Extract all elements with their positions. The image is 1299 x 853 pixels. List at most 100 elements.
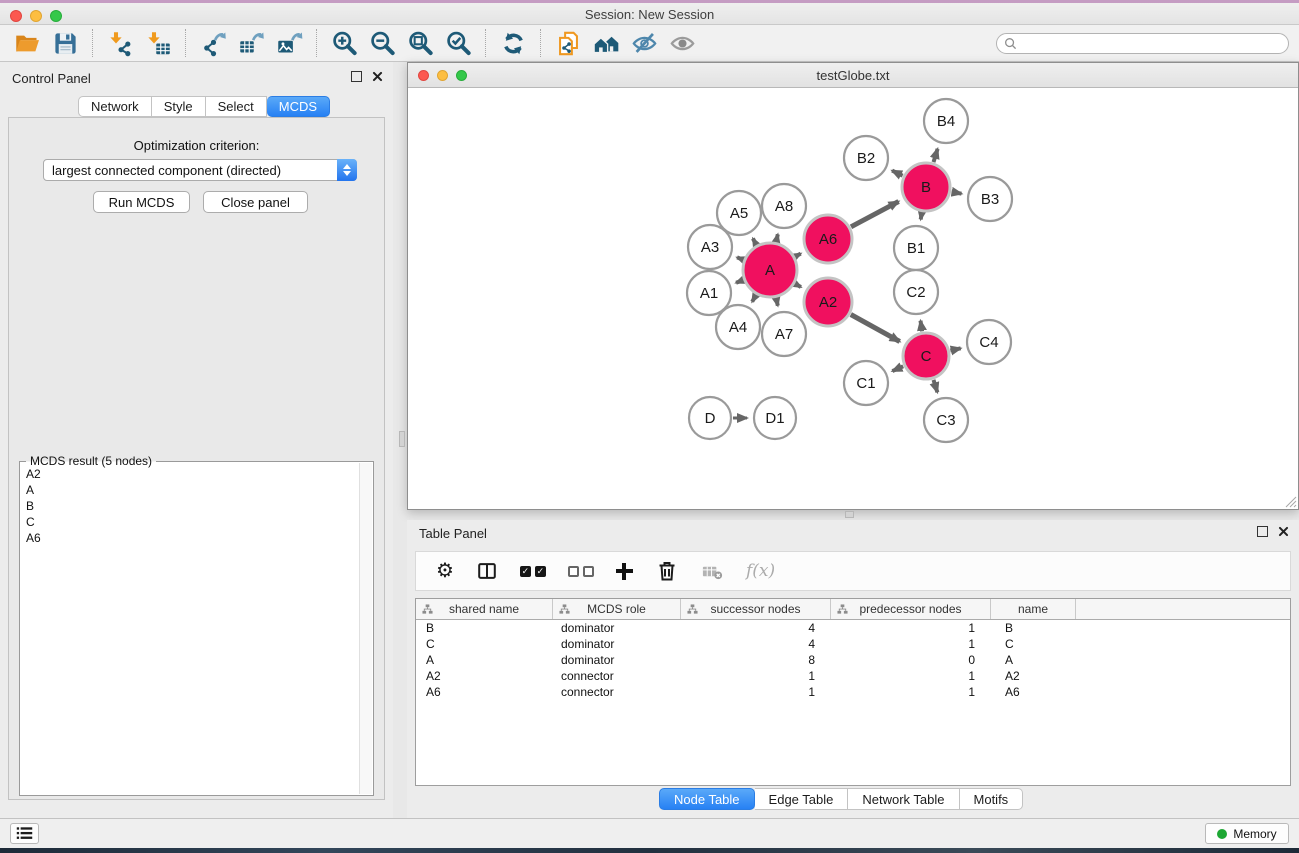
window-resize-grip[interactable] xyxy=(1284,495,1297,508)
export-table-button[interactable] xyxy=(232,27,270,59)
graph-node-label-C3: C3 xyxy=(936,412,955,429)
column-header-mcds-role[interactable]: MCDS role xyxy=(553,599,681,619)
vertical-split-handle[interactable] xyxy=(399,431,405,447)
graph-edge-A-A4[interactable] xyxy=(752,295,756,301)
run-mcds-button[interactable]: Run MCDS xyxy=(93,191,190,213)
graph-edge-A2-C[interactable] xyxy=(851,315,900,342)
graph-edge-A-A2[interactable] xyxy=(795,284,801,287)
import-table-button[interactable] xyxy=(139,27,177,59)
network-window-title: testGlobe.txt xyxy=(408,68,1298,83)
column-header-successor-nodes[interactable]: successor nodes xyxy=(681,599,831,619)
graph-edge-B-B4[interactable] xyxy=(934,149,938,162)
result-scrollbar[interactable] xyxy=(359,463,372,794)
column-header-shared-name[interactable]: shared name xyxy=(416,599,553,619)
graph-edge-B-B1[interactable] xyxy=(921,213,922,220)
show-columns-button[interactable] xyxy=(476,560,498,582)
tab-mcds[interactable]: MCDS xyxy=(267,96,330,117)
tab-network-table[interactable]: Network Table xyxy=(848,788,959,810)
column-header-predecessor-nodes[interactable]: predecessor nodes xyxy=(831,599,991,619)
network-canvas[interactable]: AA2A6BCA1A3A4A5A7A8B1B2B3B4C1C2C3C4DD1 xyxy=(408,88,1298,509)
column-header-name[interactable]: name xyxy=(991,599,1076,619)
hierarchy-icon xyxy=(559,604,570,615)
open-session-button[interactable] xyxy=(8,27,46,59)
graph-edge-C-C2[interactable] xyxy=(921,321,923,332)
close-panel-icon[interactable] xyxy=(1278,526,1289,537)
desktop-wallpaper-bottom xyxy=(0,848,1299,853)
graph-edge-A-A3[interactable] xyxy=(737,257,743,259)
table-row[interactable]: C dominator 4 1 C xyxy=(416,636,1290,652)
list-item[interactable]: C xyxy=(20,514,359,530)
network-graph[interactable]: AA2A6BCA1A3A4A5A7A8B1B2B3B4C1C2C3C4DD1 xyxy=(408,88,1298,509)
houses-icon xyxy=(593,30,620,57)
tab-select[interactable]: Select xyxy=(206,96,267,117)
zoom-selected-button[interactable] xyxy=(439,27,477,59)
graph-edge-C-C4[interactable] xyxy=(950,348,960,350)
duplicate-network-button[interactable] xyxy=(549,27,587,59)
close-panel-icon[interactable] xyxy=(372,71,383,82)
graph-edge-A6-B[interactable] xyxy=(851,202,899,227)
add-column-button[interactable] xyxy=(616,563,633,580)
table-panel: Table Panel ⚙ ✓ ✓ xyxy=(407,520,1299,818)
show-all-button[interactable] xyxy=(663,27,701,59)
export-image-button[interactable] xyxy=(270,27,308,59)
graph-node-label-A5: A5 xyxy=(730,205,748,222)
tab-network[interactable]: Network xyxy=(78,96,152,117)
table-row[interactable]: A dominator 8 0 A xyxy=(416,652,1290,668)
toolbar-separator xyxy=(185,29,186,57)
search-field[interactable] xyxy=(996,33,1289,54)
delete-table-icon xyxy=(701,560,724,583)
graph-edge-C-C1[interactable] xyxy=(892,366,903,371)
list-item[interactable]: A2 xyxy=(20,466,359,482)
open-folder-icon xyxy=(14,30,41,57)
list-item[interactable]: A6 xyxy=(20,530,359,546)
memory-button[interactable]: Memory xyxy=(1205,823,1289,844)
export-table-icon xyxy=(238,30,265,57)
table-row[interactable]: A2 connector 1 1 A2 xyxy=(416,668,1290,684)
graph-edge-B-B2[interactable] xyxy=(892,171,903,176)
table-settings-button[interactable]: ⚙ xyxy=(436,561,454,581)
select-all-button[interactable]: ✓ ✓ xyxy=(520,566,546,577)
list-item[interactable]: B xyxy=(20,498,359,514)
graph-edge-A-A6[interactable] xyxy=(796,254,801,257)
graph-edge-C-C3[interactable] xyxy=(934,380,938,392)
network-window-titlebar[interactable]: testGlobe.txt xyxy=(408,63,1298,88)
delete-column-button[interactable] xyxy=(655,559,679,583)
hide-selected-button[interactable] xyxy=(625,27,663,59)
float-panel-icon[interactable] xyxy=(1257,526,1268,537)
graph-edge-A-A1[interactable] xyxy=(736,280,743,283)
list-item[interactable]: A xyxy=(20,482,359,498)
table-row[interactable]: B dominator 4 1 B xyxy=(416,620,1290,636)
graph-edge-A-A7[interactable] xyxy=(776,298,778,305)
close-panel-button[interactable]: Close panel xyxy=(203,191,308,213)
tab-node-table[interactable]: Node Table xyxy=(659,788,755,810)
table-row[interactable]: A6 connector 1 1 A6 xyxy=(416,684,1290,700)
function-builder-button[interactable]: f(x) xyxy=(746,561,775,581)
search-input[interactable] xyxy=(1017,37,1267,51)
tab-style[interactable]: Style xyxy=(152,96,206,117)
float-panel-icon[interactable] xyxy=(351,71,362,82)
checked-checkbox-icon: ✓ xyxy=(520,566,531,577)
refresh-layout-button[interactable] xyxy=(494,27,532,59)
unchecked-checkbox-icon xyxy=(583,566,594,577)
deselect-all-button[interactable] xyxy=(568,566,594,577)
optimization-criterion-dropdown[interactable]: largest connected component (directed) xyxy=(43,159,357,181)
zoom-in-button[interactable] xyxy=(325,27,363,59)
import-network-button[interactable] xyxy=(101,27,139,59)
zoom-out-button[interactable] xyxy=(363,27,401,59)
save-session-button[interactable] xyxy=(46,27,84,59)
trash-icon xyxy=(655,559,679,583)
graph-edge-A-A8[interactable] xyxy=(776,234,778,241)
graph-edge-B-B3[interactable] xyxy=(952,192,962,194)
graph-edge-A-A5[interactable] xyxy=(753,239,756,245)
cell-predecessor-nodes: 1 xyxy=(831,685,991,699)
task-history-button[interactable] xyxy=(10,823,39,844)
mcds-result-box: MCDS result (5 nodes) A2 A B C A6 xyxy=(19,461,374,796)
delete-table-button[interactable] xyxy=(701,560,724,583)
tab-motifs[interactable]: Motifs xyxy=(960,788,1024,810)
split-columns-icon xyxy=(476,560,498,582)
export-network-button[interactable] xyxy=(194,27,232,59)
horizontal-split-handle[interactable] xyxy=(845,511,854,518)
first-neighbors-button[interactable] xyxy=(587,27,625,59)
zoom-fit-button[interactable] xyxy=(401,27,439,59)
tab-edge-table[interactable]: Edge Table xyxy=(755,788,849,810)
